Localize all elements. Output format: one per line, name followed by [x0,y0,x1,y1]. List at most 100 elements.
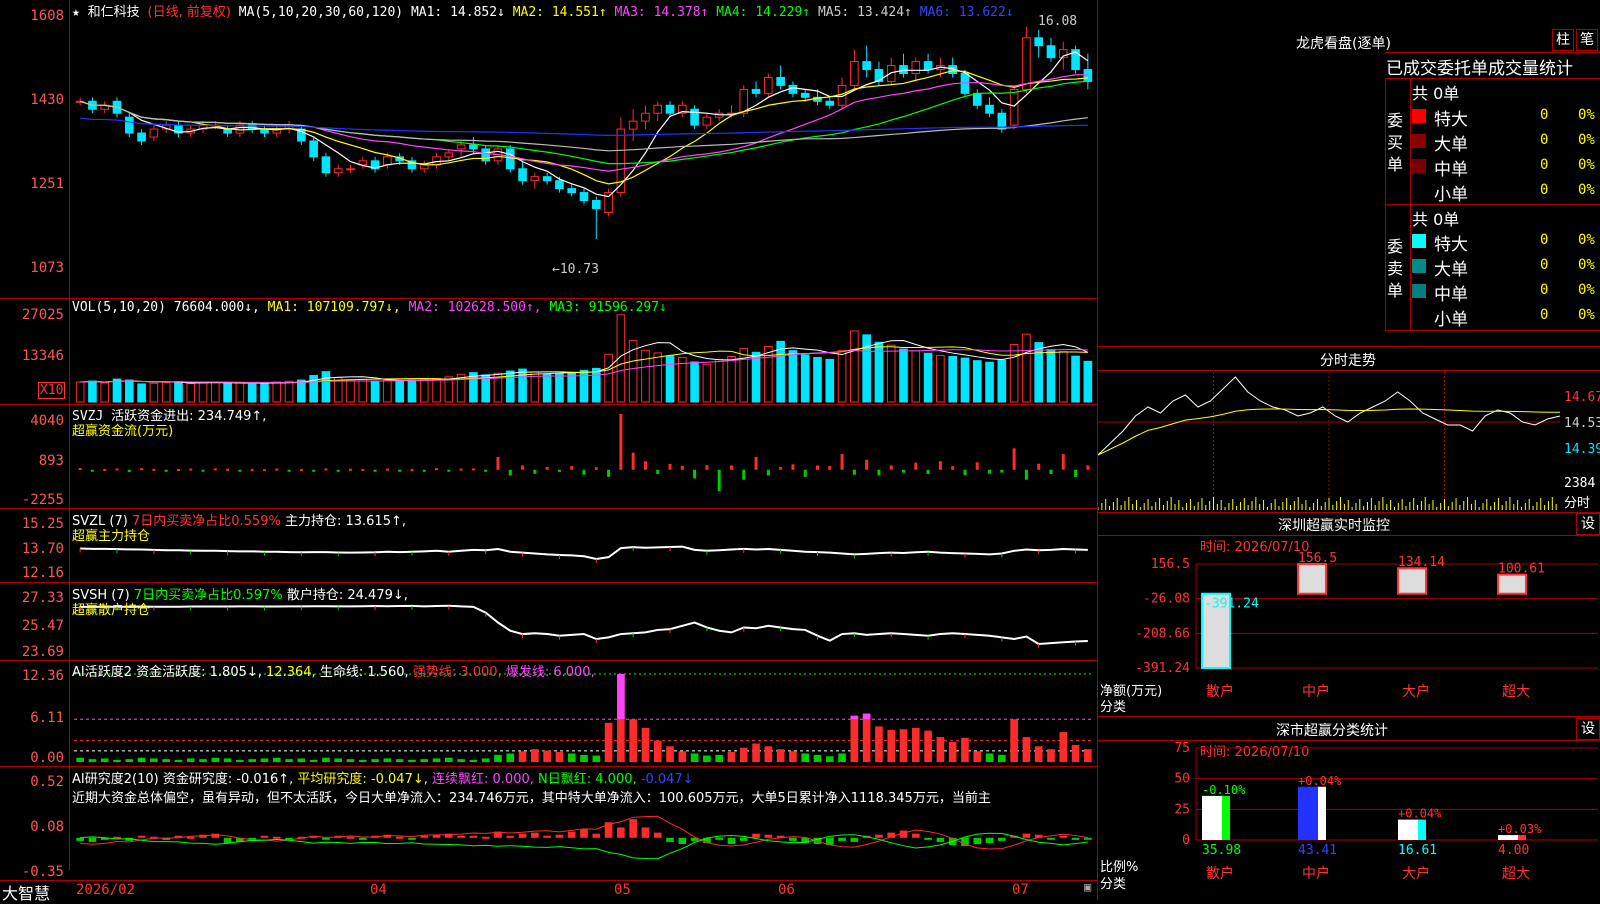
volume-bar [837,349,847,403]
tab-stats[interactable]: 统计 [1539,59,1573,79]
volume-bar [198,382,208,403]
volume-bar [591,367,601,403]
svzj-bar [607,469,611,477]
svzj-subtitle: 超赢资金流(万元) [72,424,174,439]
ai-active-bar [752,743,760,762]
vol-ytick-2: 13346 [21,348,64,364]
ai-research-bar [408,837,416,840]
volume-bar [923,352,933,403]
volume-bar [936,355,945,403]
svzj-bar [152,468,156,471]
tab-volume[interactable]: 成交量 [1488,59,1539,79]
svzj-bar [643,461,647,470]
tab-filled[interactable]: 已成交 [1386,59,1437,79]
svzj-bar [803,469,807,477]
candle-body [641,112,650,122]
candle-body [591,200,601,209]
favorite-star-icon[interactable]: ★ [72,5,80,20]
svzj-bar [250,468,254,471]
svsh-value: 散户持仓: 24.479↓, [286,588,408,603]
buy-total: 共 0单 [1412,84,1460,103]
tick-mode-button[interactable]: 笔 [1576,29,1598,51]
ai-active-bar [88,759,97,762]
xtick-2: 04 [370,882,387,898]
svzj-bar [963,469,967,476]
volume-bar [370,380,380,403]
monitor-category: 大户 [1402,683,1430,700]
intraday-bottom-line [1098,512,1600,513]
ai-active-bar [961,737,969,762]
classify-category: 超大 [1502,866,1530,882]
svzj-bar [521,465,525,470]
candle-body [886,65,896,82]
ai-research-bar [518,833,527,838]
monitor-ytick: -391.24 [1135,661,1190,676]
svzj-bar [557,469,561,472]
main-chart-canvas[interactable] [0,0,1097,900]
ai-active-value: 资金活跃度: 1.805↓, [136,665,262,680]
svzj-bar [729,465,733,470]
ai-active-bar [555,752,564,762]
volume-bar [948,355,957,403]
monitor-bar [1497,573,1527,595]
monitor-bar-chart[interactable]: 156.5 -26.08 -208.66 -391.24 -391.24 散户 156.5 中… [1098,536,1600,716]
order-percent: 0% [1578,257,1595,273]
candle-body [149,128,159,138]
svzj-bar [988,469,992,474]
ai-burst-bar [617,674,625,720]
svzj-bar [324,468,328,471]
svzl-ytick-1: 15.25 [21,516,64,532]
vol-ma2: MA2: 102628.500↑, [408,300,542,315]
volume-bar [223,382,232,403]
volume-bar [850,330,859,403]
svzj-bar [226,468,230,471]
ai-active-bar [469,759,478,762]
candle-body [432,156,441,166]
classify-value-label: 4.00 [1498,843,1529,858]
svzj-bar [815,465,819,470]
ma4-value: MA4: 14.229↑ [716,5,811,20]
svzl-ytick-2: 13.70 [21,541,64,557]
ai-research-bar [985,837,994,843]
stock-name[interactable]: 和仁科技 [88,5,140,20]
classify-bar [1398,819,1420,840]
ai-research-bar [911,833,920,838]
volume-bar [555,373,564,403]
ai-active-bar [850,715,859,762]
ai-research-bar [1047,837,1055,840]
ai-burst-line: 爆发线: 6.000, [505,665,595,680]
candle-body [567,188,577,194]
ai-active-bar [223,758,232,762]
svzj-bar [852,469,856,475]
classify-bar-chart[interactable]: 75 50 25 0 -0.10% 35.98 散户 +0.04% 43.41 中户 +0.04% 1… [1098,740,1600,900]
ai-ytick-3: 0.00 [30,750,64,766]
svzl-value: 主力持仓: 13.615↑, [284,514,406,529]
ai-active-bar [518,751,527,762]
dragon-bottom-line [1385,330,1600,331]
order-count: 0 [1540,257,1549,273]
ai-active-bar [211,757,220,762]
svzj-bar [262,469,266,472]
ai-active-bar [186,758,195,762]
ai-research-bar [395,836,404,839]
ai-active-bar [322,757,330,762]
ai-active-bar [936,737,945,762]
ai-research-bar [1022,833,1031,838]
ai-active-bar [236,759,244,762]
lock-icon[interactable]: ▣ [1084,880,1091,894]
tab-orders[interactable]: 委托单 [1437,59,1488,79]
period-note[interactable]: (日线, 前复权) [148,5,231,20]
intraday-chart[interactable] [1098,372,1568,512]
ai-active-bar [825,756,834,762]
classify-settings-button[interactable]: 设 [1576,718,1600,740]
air-ytick-2: 0.08 [30,819,64,835]
bar-mode-button[interactable]: 柱 [1552,29,1574,51]
ai-research-bar [358,837,367,840]
svsh-line [80,604,1088,645]
classify-ytick: 0 [1182,833,1190,848]
ai-active-bar [100,758,109,762]
svzj-bar [840,454,844,470]
monitor-settings-button[interactable]: 设 [1576,513,1600,535]
svzj-bar [631,452,635,470]
air-avg: 平均研究度: -0.047↓, [297,772,428,787]
